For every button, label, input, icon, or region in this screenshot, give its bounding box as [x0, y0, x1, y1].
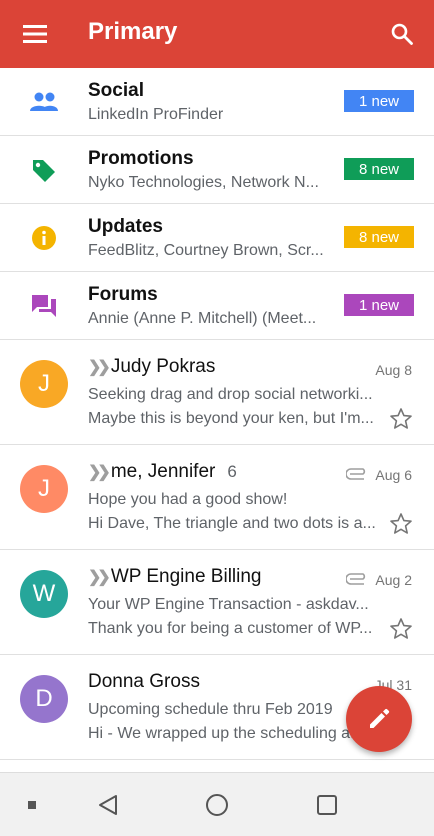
new-count-badge: 8 new [344, 226, 414, 248]
sender-line: ❯❯ WP Engine Billing [88, 566, 262, 588]
email-subject: Upcoming schedule thru Feb 2019 [88, 701, 333, 718]
compose-button[interactable] [346, 686, 412, 752]
sender-name: WP Engine Billing [110, 566, 262, 587]
category-social[interactable]: Social LinkedIn ProFinder 1 new [0, 68, 434, 136]
email-date: Aug 6 [375, 467, 412, 483]
sender-line: Donna Gross [88, 671, 200, 693]
sender-name: Donna Gross [88, 671, 200, 692]
people-icon [26, 84, 62, 120]
new-count-badge: 1 new [344, 90, 414, 112]
email-date: Aug 2 [375, 572, 412, 588]
category-title: Promotions [88, 148, 194, 169]
category-subtitle: FeedBlitz, Courtney Brown, Scr... [88, 242, 324, 259]
triangle-back-icon [99, 795, 117, 815]
email-snippet: Hi Dave, The triangle and two dots is a.… [88, 515, 376, 532]
pencil-icon [370, 708, 390, 728]
forum-icon [26, 288, 62, 324]
avatar[interactable]: J [20, 360, 68, 408]
email-subject: Hope you had a good show! [88, 491, 288, 508]
avatar[interactable]: J [20, 465, 68, 513]
important-marker-icon[interactable]: ❯❯ [88, 462, 111, 482]
star-outline-icon [390, 513, 412, 534]
avatar[interactable]: W [20, 570, 68, 618]
star-outline-icon [390, 618, 412, 639]
email-row[interactable]: W ❯❯ WP Engine Billing Aug 2 Your WP Eng… [0, 550, 434, 655]
nav-recent-small-button[interactable] [18, 791, 46, 819]
star-button[interactable] [388, 616, 414, 642]
sender-name: me, Jennifer [110, 461, 216, 482]
email-subject: Your WP Engine Transaction - askdav... [88, 596, 369, 613]
search-button[interactable] [386, 18, 418, 50]
category-updates[interactable]: Updates FeedBlitz, Courtney Brown, Scr..… [0, 204, 434, 272]
nav-overview-button[interactable] [313, 791, 341, 819]
sender-line: ❯❯ me, Jennifer 6 [88, 461, 237, 483]
sender-name: Judy Pokras [110, 356, 216, 377]
email-snippet: Thank you for being a customer of WP... [88, 620, 373, 637]
email-subject: Seeking drag and drop social networki... [88, 386, 373, 403]
square-small-icon [28, 801, 36, 809]
email-date: Aug 8 [375, 362, 412, 378]
category-subtitle: Nyko Technologies, Network N... [88, 174, 319, 191]
email-snippet: Maybe this is beyond your ken, but I'm..… [88, 410, 374, 427]
system-nav-bar [0, 772, 434, 836]
menu-button[interactable] [18, 20, 52, 48]
thread-count: 6 [227, 462, 237, 481]
important-marker-icon[interactable]: ❯❯ [88, 567, 111, 587]
avatar[interactable]: D [20, 675, 68, 723]
category-subtitle: LinkedIn ProFinder [88, 106, 224, 123]
search-icon [391, 23, 413, 45]
category-forums[interactable]: Forums Annie (Anne P. Mitchell) (Meet...… [0, 272, 434, 340]
new-count-badge: 1 new [344, 294, 414, 316]
email-snippet: Hi - We wrapped up the scheduling a... [88, 725, 364, 742]
paperclip-icon [345, 467, 368, 485]
star-button[interactable] [388, 511, 414, 537]
email-row[interactable]: J ❯❯ me, Jennifer 6 Aug 6 Hope you had a… [0, 445, 434, 550]
new-count-badge: 8 new [344, 158, 414, 180]
sender-line: ❯❯ Judy Pokras [88, 356, 215, 378]
star-button[interactable] [388, 406, 414, 432]
square-overview-icon [317, 795, 337, 815]
category-title: Social [88, 80, 144, 101]
tag-icon [26, 152, 62, 188]
paperclip-icon [345, 572, 368, 590]
star-outline-icon [390, 408, 412, 429]
page-title: Primary [88, 18, 178, 45]
email-row[interactable]: J ❯❯ Judy Pokras Aug 8 Seeking drag and … [0, 340, 434, 445]
important-marker-icon[interactable]: ❯❯ [88, 357, 111, 377]
info-icon [26, 220, 62, 256]
circle-home-icon [206, 794, 228, 816]
menu-icon [23, 25, 47, 43]
inbox-list: Social LinkedIn ProFinder 1 new Promotio… [0, 68, 434, 760]
app-bar: Primary [0, 0, 434, 68]
category-promotions[interactable]: Promotions Nyko Technologies, Network N.… [0, 136, 434, 204]
category-subtitle: Annie (Anne P. Mitchell) (Meet... [88, 310, 317, 327]
category-title: Forums [88, 284, 158, 305]
category-title: Updates [88, 216, 163, 237]
nav-back-button[interactable] [94, 791, 122, 819]
nav-home-button[interactable] [203, 791, 231, 819]
